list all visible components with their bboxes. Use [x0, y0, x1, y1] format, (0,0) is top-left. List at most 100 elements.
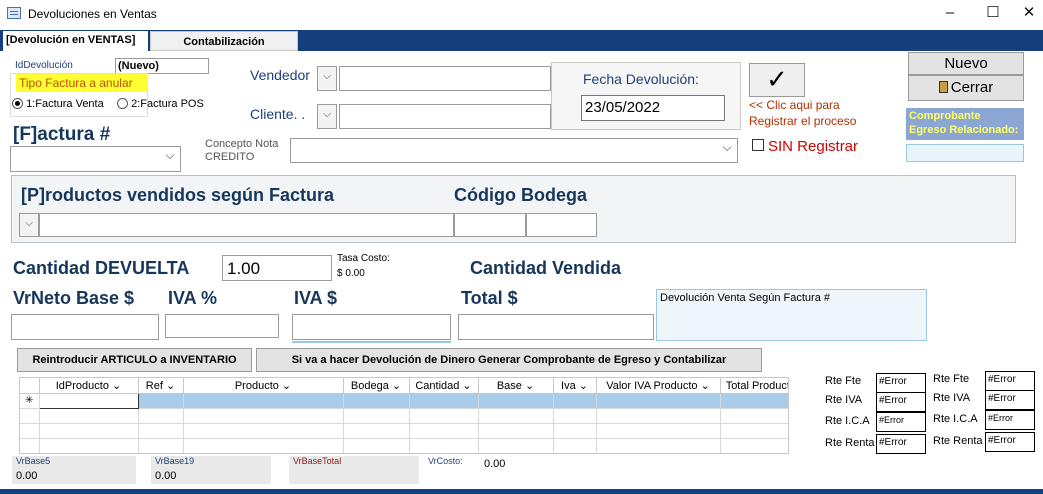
- exit-door-icon: [938, 81, 948, 93]
- column-header[interactable]: Ref ⌄: [138, 378, 184, 394]
- rte-renta-field[interactable]: #Error: [985, 432, 1035, 452]
- concepto-label: Concepto Nota CREDITO: [205, 138, 278, 164]
- rte-renta-label: Rte Renta: [825, 437, 875, 449]
- id-devolucion-field[interactable]: (Nuevo): [115, 58, 209, 74]
- factura-label: [F]actura #: [13, 124, 111, 145]
- column-header[interactable]: Base ⌄: [478, 378, 554, 394]
- producto-field[interactable]: [39, 213, 454, 237]
- column-header[interactable]: Producto ⌄: [183, 378, 344, 394]
- vrneto-label: VrNeto Base $: [13, 288, 135, 308]
- cliente-field[interactable]: [339, 104, 551, 129]
- column-header[interactable]: Total Producto ⌄: [720, 378, 789, 394]
- radio-factura-pos[interactable]: 2:Factura POS: [117, 98, 204, 110]
- vrbasetotal-label: VrBaseTotal: [293, 456, 342, 466]
- rte-renta-field[interactable]: #Error: [876, 434, 926, 454]
- concepto-combo[interactable]: [290, 138, 738, 163]
- vendedor-dropdown-button[interactable]: ⌵: [317, 66, 337, 91]
- grid-cell[interactable]: [553, 393, 597, 409]
- vrbase19-label: VrBase19: [155, 456, 195, 466]
- cantidad-devuelta-field[interactable]: 1.00: [222, 255, 332, 281]
- cerrar-button[interactable]: Cerrar: [908, 75, 1024, 101]
- minimize-button[interactable]: –: [935, 2, 965, 24]
- cliente-label: Cliente. .: [250, 106, 306, 122]
- cantidad-devuelta-label: Cantidad DEVUELTA: [13, 258, 190, 278]
- radio-dot-icon: [117, 98, 128, 109]
- rte-ica-field[interactable]: #Error: [876, 412, 926, 432]
- vrbase5-label: VrBase5: [16, 456, 51, 466]
- rte-ica-label: Rte I.C.A: [825, 415, 870, 427]
- comprobante-label: Comprobante Egreso Relacionado:: [906, 108, 1024, 140]
- fecha-field[interactable]: 23/05/2022: [581, 95, 725, 121]
- bodega-name-field[interactable]: [526, 213, 597, 237]
- rte-fte-field[interactable]: #Error: [876, 373, 926, 393]
- column-label: Bodega: [350, 379, 389, 392]
- egreso-button[interactable]: Si va a hacer Devolución de Dinero Gener…: [256, 348, 762, 372]
- register-hint-line1: << Clic aqui para: [749, 98, 840, 112]
- column-label: Ref: [145, 379, 163, 392]
- tipo-factura-label: Tipo Factura a anular: [16, 74, 148, 92]
- register-hint: << Clic aqui para Registrar el proceso: [749, 97, 856, 129]
- vrbase19-value: 0.00: [155, 470, 177, 482]
- grid-cell[interactable]: [596, 393, 721, 409]
- register-hint-line2: Registrar el proceso: [749, 114, 857, 128]
- chevron-down-icon: ⌵: [25, 218, 33, 229]
- window-title: Devoluciones en Ventas: [28, 7, 157, 21]
- grid-cell[interactable]: [183, 393, 344, 409]
- comprobante-field[interactable]: [906, 144, 1024, 162]
- total-field[interactable]: [458, 314, 654, 340]
- vendedor-field[interactable]: [339, 66, 551, 91]
- reintroducir-button[interactable]: Reintroducir ARTICULO a INVENTARIO: [17, 348, 252, 372]
- table-row: [20, 423, 788, 439]
- radio-factura-venta[interactable]: 1:Factura Venta: [12, 98, 104, 110]
- column-header[interactable]: IdProducto ⌄: [39, 378, 139, 394]
- column-header[interactable]: Cantidad ⌄: [409, 378, 479, 394]
- column-label: Producto: [234, 379, 279, 392]
- tasa-costo-value: $ 0.00: [337, 268, 365, 279]
- nuevo-button[interactable]: Nuevo: [908, 52, 1024, 75]
- new-row-icon: ✳: [20, 393, 40, 409]
- column-header[interactable]: Valor IVA Producto ⌄: [596, 378, 721, 394]
- maximize-button[interactable]: ☐: [978, 2, 1008, 24]
- tab-devolucion[interactable]: [Devolución en VENTAS]: [3, 31, 148, 52]
- rte-iva-label: Rte IVA: [933, 392, 971, 404]
- table-row: [20, 438, 788, 453]
- rte-ica-field[interactable]: #Error: [985, 410, 1035, 430]
- grid-cell[interactable]: [478, 393, 554, 409]
- tab-contabilizacion[interactable]: Contabilización: [150, 31, 298, 51]
- concepto-line2: CREDITO: [205, 151, 255, 163]
- sin-registrar-checkbox[interactable]: [752, 139, 764, 151]
- register-check-button[interactable]: ✓: [749, 63, 805, 97]
- products-grid: IdProducto ⌄ Ref ⌄ Producto ⌄ Bodega ⌄ C…: [19, 377, 789, 454]
- grid-cell[interactable]: [720, 393, 788, 409]
- iva-field[interactable]: [292, 314, 451, 340]
- close-button[interactable]: ✕: [1014, 2, 1043, 24]
- column-header[interactable]: Iva ⌄: [553, 378, 597, 394]
- chevron-down-icon[interactable]: ⌵: [161, 148, 179, 170]
- column-header[interactable]: Bodega ⌄: [343, 378, 410, 394]
- grid-cell[interactable]: [343, 393, 410, 409]
- concepto-line1: Concepto Nota: [205, 138, 279, 150]
- rte-fte-label: Rte Fte: [933, 373, 970, 385]
- fecha-label: Fecha Devolución:: [583, 71, 699, 87]
- rte-fte-field[interactable]: #Error: [985, 371, 1035, 391]
- iva-pct-field[interactable]: [165, 314, 279, 338]
- codigo-bodega-label: Código Bodega: [454, 185, 587, 205]
- producto-dropdown-button[interactable]: ⌵: [19, 213, 39, 237]
- grid-cell[interactable]: [138, 393, 184, 409]
- bodega-field[interactable]: [454, 213, 526, 237]
- tasa-costo-label: Tasa Costo:: [337, 253, 390, 264]
- chevron-down-icon[interactable]: ⌵: [718, 140, 736, 161]
- rte-iva-field[interactable]: #Error: [985, 390, 1035, 410]
- factura-combo[interactable]: [10, 146, 181, 172]
- radio-dot-icon: [12, 98, 23, 109]
- rte-renta-label: Rte Renta: [933, 435, 983, 447]
- table-row[interactable]: ✳: [20, 392, 788, 409]
- column-label: Total Producto: [725, 379, 789, 392]
- vrcosto-value: 0.00: [484, 458, 506, 470]
- memo-field[interactable]: Devolución Venta Según Factura #: [656, 289, 927, 341]
- grid-cell[interactable]: [38, 392, 139, 409]
- cliente-dropdown-button[interactable]: ⌵: [317, 104, 337, 129]
- grid-cell[interactable]: [409, 393, 479, 409]
- vrneto-field[interactable]: [11, 314, 159, 340]
- rte-iva-field[interactable]: #Error: [876, 392, 926, 412]
